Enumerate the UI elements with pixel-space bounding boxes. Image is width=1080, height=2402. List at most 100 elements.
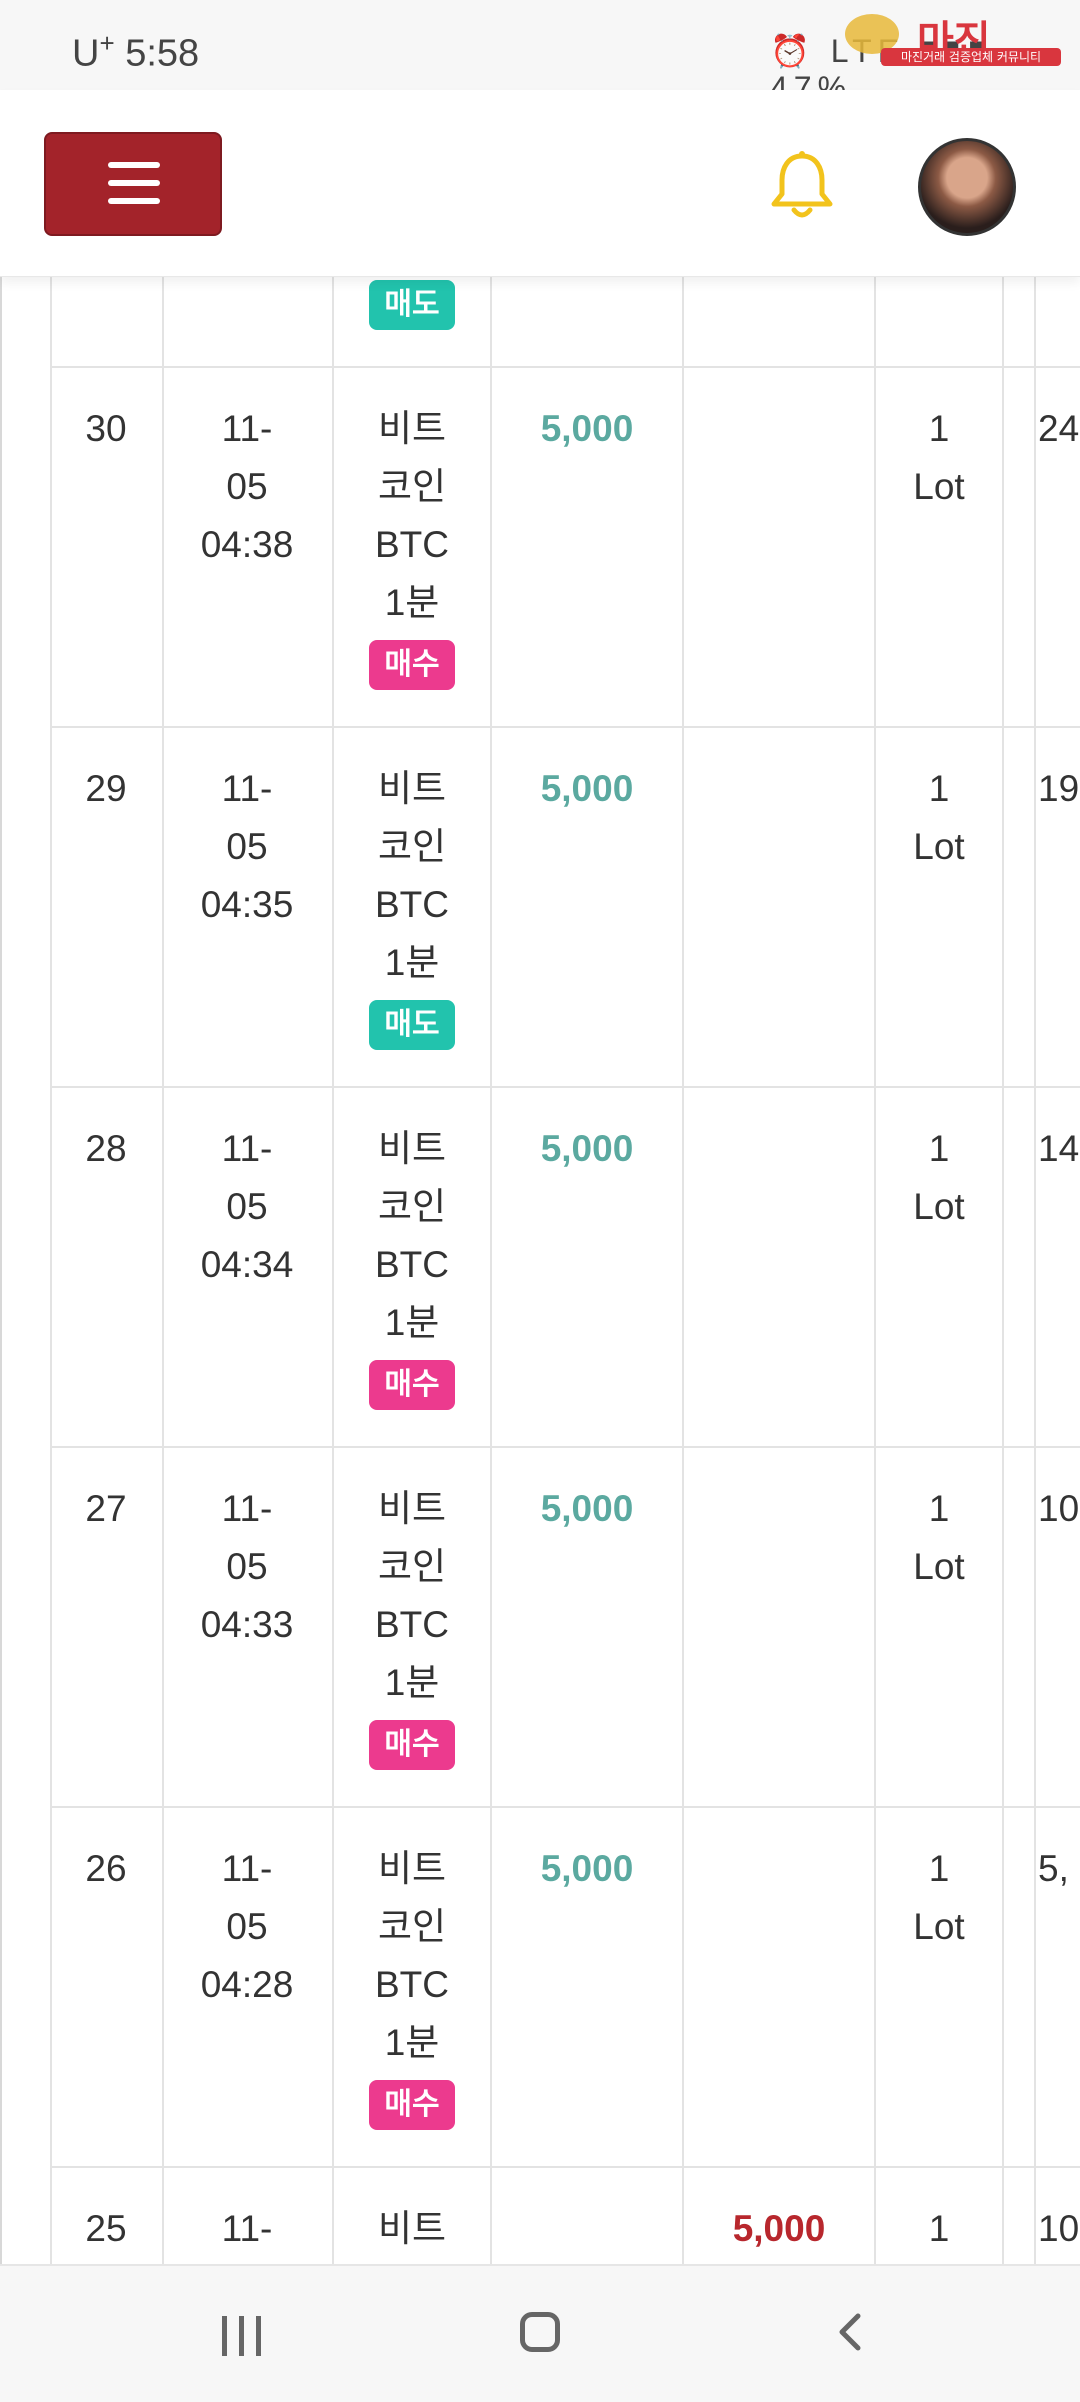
column-divider (682, 276, 684, 2264)
product-line: 코인 (377, 1546, 447, 1587)
qty-unit: Lot (913, 1186, 965, 1227)
row-divider (50, 726, 1080, 728)
carrier-plus: + (99, 28, 115, 58)
time: 04:28 (200, 1964, 294, 2005)
recent-apps-icon[interactable] (222, 2316, 262, 2356)
row-quantity: 1 Lot (876, 760, 1002, 876)
date-month: 11- (221, 408, 273, 449)
qty: 1 (928, 1488, 950, 1529)
row-quantity: 1 Lot (876, 400, 1002, 516)
hamburger-icon (108, 198, 160, 204)
qty: 1 (928, 1128, 950, 1169)
product-line: 코인 (377, 1186, 447, 1227)
hamburger-icon (108, 162, 160, 168)
row-quantity: 1 Lot (876, 1480, 1002, 1596)
hamburger-icon (108, 180, 160, 186)
row-divider (50, 2166, 1080, 2168)
time: 04:35 (200, 884, 294, 925)
product-line: BTC (375, 524, 449, 565)
product-line: 비트 (377, 1488, 447, 1529)
product-line: 코인 (377, 826, 447, 867)
row-datetime: 11- 05 04:34 (164, 1120, 330, 1294)
qty-unit: Lot (913, 466, 965, 507)
product-line: 1분 (384, 942, 440, 983)
home-icon[interactable] (520, 2312, 560, 2352)
row-datetime: 11- (164, 2200, 330, 2258)
row-quantity: 1 (876, 2200, 1002, 2258)
row-extra: 5, (1038, 1848, 1069, 1889)
row-extra: 24 (1038, 408, 1080, 449)
product-line: 비트 (377, 1848, 447, 1889)
row-extra: 19 (1038, 768, 1080, 809)
row-extra: 14 (1038, 1128, 1080, 1169)
carrier-time: U+ 5:58 (72, 28, 199, 76)
row-product: 비트 코인 BTC 1분 매수 (334, 1840, 490, 2131)
date-month: 11- (221, 1848, 273, 1889)
side-badge: 매도 (369, 280, 455, 330)
qty: 1 (928, 1848, 950, 1889)
product-line: BTC (375, 1244, 449, 1285)
row-quantity: 1 Lot (876, 1120, 1002, 1236)
product-line: 1분 (384, 2022, 440, 2063)
row-divider (50, 1806, 1080, 1808)
row-product: 비트 (334, 2200, 490, 2258)
product-line: 비트 (377, 768, 447, 809)
side-badge: 매수 (369, 640, 455, 690)
date-month: 11- (221, 2208, 273, 2249)
row-product: 비트 코인 BTC 1분 매수 (334, 1120, 490, 1411)
row-datetime: 11- 05 04:38 (164, 400, 330, 574)
row-datetime: 11- 05 04:33 (164, 1480, 330, 1654)
time: 04:34 (200, 1244, 294, 1285)
column-divider (490, 276, 492, 2264)
buy-amount: 5,000 (540, 768, 634, 809)
column-divider (874, 276, 876, 2264)
column-divider (50, 276, 52, 2264)
date-day: 05 (226, 1906, 268, 1947)
row-datetime: 11- 05 04:28 (164, 1840, 330, 2014)
date-month: 11- (221, 1128, 273, 1169)
column-divider (1002, 276, 1004, 2264)
time: 04:38 (200, 524, 294, 565)
product-line: BTC (375, 884, 449, 925)
row-product: 비트 코인 BTC 1분 매수 (334, 1480, 490, 1771)
buy-amount: 5,000 (540, 1128, 634, 1169)
clock: 5:58 (125, 32, 200, 75)
side-badge: 매도 (369, 1000, 455, 1050)
row-product: 비트 코인 BTC 1분 매도 (334, 760, 490, 1051)
trade-history-table: 매도 30 11- 05 04:38 비트 코인 BTC 1분 매수 5,000… (0, 276, 1080, 2264)
row-extra: 10 (1038, 2208, 1080, 2249)
buy-amount: 5,000 (540, 1488, 634, 1529)
product-line: 코인 (377, 466, 447, 507)
app-header (0, 90, 1080, 277)
buy-amount: 5,000 (540, 1848, 634, 1889)
menu-button[interactable] (44, 132, 222, 236)
row-number: 27 (85, 1488, 127, 1529)
product-line: BTC (375, 1964, 449, 2005)
row-datetime: 11- 05 04:35 (164, 760, 330, 934)
row-number: 26 (85, 1848, 127, 1889)
column-divider (1034, 276, 1036, 2264)
date-month: 11- (221, 768, 273, 809)
row-product: 비트 코인 BTC 1분 매수 (334, 400, 490, 691)
row-divider (50, 1086, 1080, 1088)
row-extra: 10 (1038, 1488, 1080, 1529)
row-number: 29 (85, 768, 127, 809)
sell-amount: 5,000 (732, 2208, 826, 2249)
date-month: 11- (221, 1488, 273, 1529)
side-badge: 매수 (369, 2080, 455, 2130)
back-icon[interactable] (830, 2312, 870, 2352)
table-row-partial: 매도 (334, 276, 490, 331)
row-divider (50, 366, 1080, 368)
qty: 1 (928, 768, 950, 809)
avatar[interactable] (918, 138, 1016, 236)
bell-icon[interactable] (770, 150, 834, 220)
qty-unit: Lot (913, 826, 965, 867)
product-line: 비트 (377, 1128, 447, 1169)
product-line: 1분 (384, 1302, 440, 1343)
side-badge: 매수 (369, 1360, 455, 1410)
row-divider (50, 1446, 1080, 1448)
carrier: U (72, 32, 100, 75)
time: 04:33 (200, 1604, 294, 1645)
qty-unit: Lot (913, 1906, 965, 1947)
date-day: 05 (226, 1546, 268, 1587)
